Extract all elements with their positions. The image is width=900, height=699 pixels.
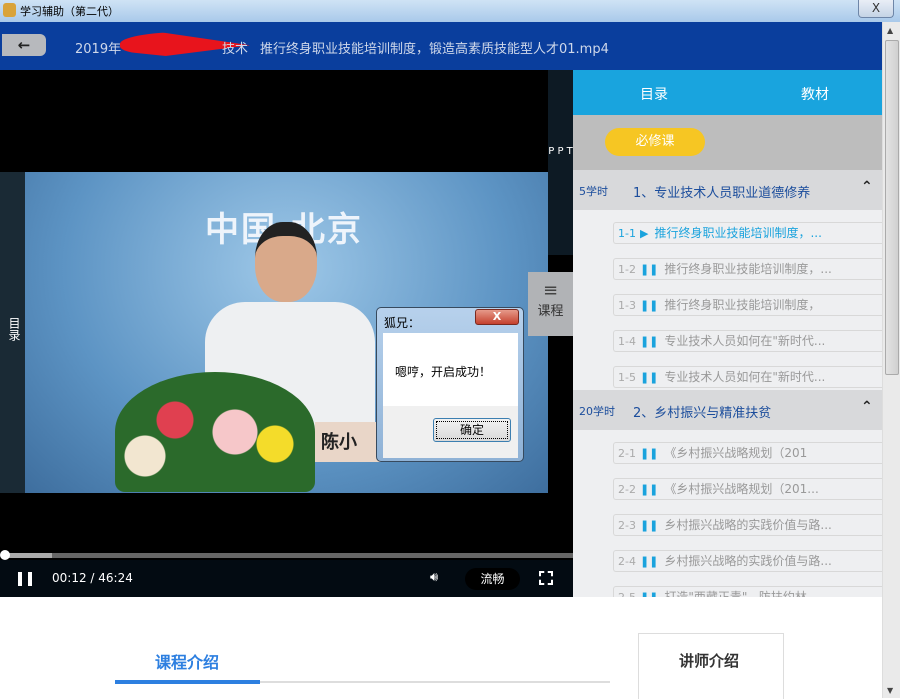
lesson-number: 1-2 (618, 263, 636, 276)
lesson-number: 1-1 (618, 227, 636, 240)
active-tab-indicator (115, 680, 260, 684)
section-hours: 20学时 (579, 405, 615, 418)
lesson-item[interactable]: 2-5❚❚打造"西藏正青"...防扶约林 (613, 586, 882, 597)
lesson-title: 推行终身职业技能培训制度， (664, 298, 821, 312)
course-title-prefix: 2019年 (75, 42, 122, 57)
lesson-item[interactable]: 1-5 ❚❚ 专业技术人员如何在"新时代... (613, 366, 882, 388)
lesson-number: 2-4 (618, 555, 636, 568)
teacher-intro-box[interactable]: 讲师介绍 (638, 633, 784, 699)
pause-icon: ❚❚ (639, 299, 659, 312)
flowers-image (115, 372, 315, 492)
lesson-item[interactable]: 1-1 ▶ 推行终身职业技能培训制度，... (613, 222, 882, 244)
dialog-title: 狐兄： (384, 316, 421, 330)
section-header[interactable]: 5学时 1、专业技术人员职业道德修养 ⌃ (573, 170, 882, 210)
pause-icon: ❚❚ (639, 447, 659, 460)
pause-icon: ❚❚ (639, 483, 659, 496)
lesson-title: 《乡村振兴战略规划（201... (664, 482, 819, 496)
pause-icon: ❚❚ (639, 371, 659, 384)
lesson-title: 专业技术人员如何在"新时代... (664, 370, 826, 384)
lesson-number: 2-2 (618, 483, 636, 496)
course-title-suffix: 技术 (222, 42, 249, 57)
menu-icon: ≡ (542, 280, 559, 301)
progress-handle[interactable] (0, 550, 10, 560)
window-close-button[interactable]: X (858, 0, 894, 18)
lesson-number: 1-3 (618, 299, 636, 312)
ppt-tab[interactable]: P P T (548, 70, 573, 255)
lesson-item[interactable]: 2-2 ❚❚ 《乡村振兴战略规划（201... (613, 478, 882, 500)
window-title: 学习辅助（第二代） (20, 5, 119, 18)
tab-course-intro[interactable]: 课程介绍 (155, 649, 219, 673)
pause-icon: ❚❚ (639, 519, 659, 532)
catalog-side-label: 目录 (7, 317, 21, 341)
message-dialog: 狐兄： X 嗯哼，开启成功！ 确定 (376, 307, 524, 462)
lesson-number: 1-4 (618, 335, 636, 348)
scrollbar-thumb[interactable] (885, 40, 899, 375)
collapse-chevron-icon[interactable]: ⌃ (861, 179, 873, 195)
play-icon: ▶ (639, 227, 649, 240)
lecturer-head (255, 222, 317, 302)
time-display: 00:12 / 46:24 (52, 571, 133, 585)
section-name: 2、乡村振兴与精准扶贫 (633, 406, 772, 421)
video-title: 推行终身职业技能培训制度，锻造高素质技能型人才01.mp4 (260, 42, 609, 57)
lesson-title: 乡村振兴战略的实践价值与路... (664, 518, 832, 532)
app-icon (3, 3, 16, 17)
lesson-item[interactable]: 1-2 ❚❚ 推行终身职业技能培训制度，... (613, 258, 882, 280)
window-titlebar: 学习辅助（第二代） X (0, 0, 900, 22)
fullscreen-icon[interactable] (539, 571, 553, 585)
teacher-intro-title: 讲师介绍 (679, 652, 740, 670)
section-hours: 5学时 (579, 185, 608, 198)
lesson-item[interactable]: 2-4 ❚❚ 乡村振兴战略的实践价值与路... (613, 550, 882, 572)
pause-icon: ❚❚ (639, 263, 659, 276)
progress-bar[interactable] (0, 550, 573, 560)
lesson-title: 打造"西藏正青"...防扶约林 (664, 590, 807, 597)
course-tab[interactable]: ≡ 课程 (528, 272, 573, 336)
lesson-item[interactable]: 1-4 ❚❚ 专业技术人员如何在"新时代... (613, 330, 882, 352)
pause-icon: ❚❚ (639, 335, 659, 348)
panel-tabs: 目录 教材 (573, 70, 882, 115)
tab-catalog[interactable]: 目录 (640, 84, 668, 104)
back-button[interactable]: ← (2, 34, 46, 56)
lesson-title: 专业技术人员如何在"新时代... (664, 334, 826, 348)
required-course-button[interactable]: 必修课 (605, 128, 705, 156)
lesson-item[interactable]: 2-1 ❚❚ 《乡村振兴战略规划（201 (613, 442, 882, 464)
catalog-side-tab[interactable]: 目录 (0, 172, 25, 493)
course-tab-label: 课程 (537, 304, 564, 319)
section-header[interactable]: 20学时 2、乡村振兴与精准扶贫 ⌃ (573, 390, 882, 430)
info-section: 课程介绍 讲师介绍 (0, 597, 882, 699)
dialog-message: 嗯哼，开启成功！ (395, 365, 492, 379)
lesson-item[interactable]: 1-3 ❚❚ 推行终身职业技能培训制度， (613, 294, 882, 316)
collapse-chevron-icon[interactable]: ⌃ (861, 399, 873, 415)
lesson-number: 2-1 (618, 447, 636, 460)
lesson-title: 乡村振兴战略的实践价值与路... (664, 554, 832, 568)
window-scrollbar[interactable]: ▲ ▼ (882, 22, 900, 698)
lesson-item[interactable]: 2-3 ❚❚ 乡村振兴战略的实践价值与路... (613, 514, 882, 536)
dialog-close-button[interactable]: X (475, 309, 519, 325)
pause-icon[interactable] (18, 572, 32, 586)
scroll-up-icon[interactable]: ▲ (887, 26, 893, 35)
lesson-title: 推行终身职业技能培训制度，... (664, 262, 832, 276)
lesson-number: 2-3 (618, 519, 636, 532)
tab-underline (115, 680, 610, 684)
header: ← 2019年 技术 推行终身职业技能培训制度，锻造高素质技能型人才01.mp4 (0, 22, 882, 70)
section-name: 1、专业技术人员职业道德修养 (633, 186, 811, 201)
volume-icon[interactable]: 🔊︎ (430, 570, 438, 585)
scroll-down-icon[interactable]: ▼ (887, 686, 893, 695)
lesson-title: 推行终身职业技能培训制度，... (654, 226, 822, 240)
required-bar: 必修课 (573, 115, 882, 170)
progress-buffered (3, 553, 53, 558)
quality-button[interactable]: 流畅 (465, 568, 520, 590)
pause-icon: ❚❚ (639, 555, 659, 568)
dialog-ok-button[interactable]: 确定 (433, 418, 511, 442)
catalog-panel: 目录 教材 必修课 5学时 1、专业技术人员职业道德修养 ⌃ 1-1 ▶ 推行终身职… (573, 70, 882, 597)
lesson-number: 1-5 (618, 371, 636, 384)
tab-textbook[interactable]: 教材 (801, 84, 829, 104)
lesson-title: 《乡村振兴战略规划（201 (664, 446, 808, 460)
player-controls: 00:12 / 46:24 🔊︎ 流畅 (0, 560, 573, 597)
